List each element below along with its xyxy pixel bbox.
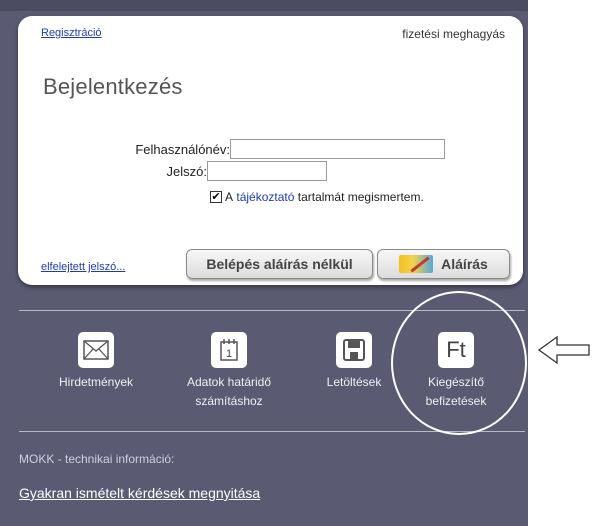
signature-button-label: Aláírás <box>441 256 488 272</box>
side-panel: Regisztráció fizetési meghagyás Bejelent… <box>0 0 528 526</box>
svg-text:1: 1 <box>226 348 232 360</box>
downloads-tile[interactable] <box>336 332 372 368</box>
deadline-data-label-line1: Adatok határidő <box>186 375 272 389</box>
password-label: Jelszó: <box>166 164 207 179</box>
payment-order-label: fizetési meghagyás <box>402 27 505 41</box>
downloads-label[interactable]: Letöltések <box>311 373 397 392</box>
deadline-data-label-line2: számításhoz <box>195 394 263 408</box>
panel-top-strip <box>0 0 528 11</box>
consent-row: ✔ A tájékoztató tartalmát megismertem. <box>210 190 424 204</box>
forgot-password-link[interactable]: elfelejtett jelszó... <box>41 261 125 273</box>
login-without-signature-button[interactable]: Belépés aláírás nélkül <box>186 249 373 279</box>
technical-info-title: MOKK - technikai információ: <box>19 452 175 466</box>
username-label: Felhasználónév: <box>135 142 230 157</box>
login-title: Bejelentkezés <box>43 74 183 99</box>
deadline-data-label[interactable]: Adatok határidő számításhoz <box>175 373 283 411</box>
announcements-label[interactable]: Hirdetmények <box>46 373 146 392</box>
announcements-tile[interactable] <box>78 332 114 368</box>
deadline-data-tile[interactable]: 1 <box>211 332 247 368</box>
consent-info-link[interactable]: tájékoztató <box>236 190 294 204</box>
faq-link[interactable]: Gyakran ismételt kérdések megnyitása <box>19 485 260 501</box>
envelope-icon <box>83 340 109 360</box>
consent-prefix: A <box>225 190 234 204</box>
login-card: Regisztráció fizetési meghagyás Bejelent… <box>18 16 523 285</box>
signature-pen-icon <box>399 255 434 273</box>
password-input[interactable] <box>207 161 327 181</box>
highlight-circle-annotation <box>391 291 527 435</box>
calendar-icon: 1 <box>220 339 238 361</box>
username-input[interactable] <box>230 139 445 159</box>
consent-suffix: tartalmát megismertem. <box>297 190 424 204</box>
signature-button[interactable]: Aláírás <box>377 249 510 279</box>
consent-checkbox[interactable]: ✔ <box>210 191 222 203</box>
pointer-arrow-icon <box>537 335 590 365</box>
registration-link[interactable]: Regisztráció <box>41 27 102 39</box>
floppy-disk-icon <box>343 339 365 361</box>
